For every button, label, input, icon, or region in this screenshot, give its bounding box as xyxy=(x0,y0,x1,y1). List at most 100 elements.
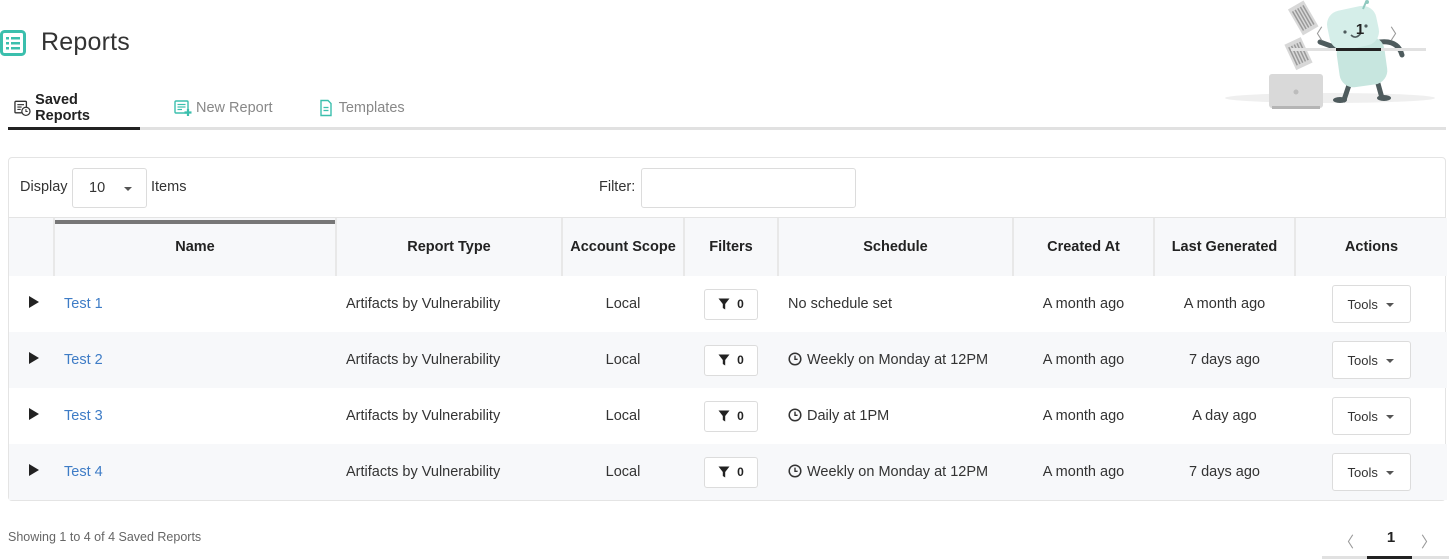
schedule-cell: No schedule set xyxy=(778,276,1013,332)
filter-label: Filter: xyxy=(599,179,636,195)
tools-label: Tools xyxy=(1347,408,1378,424)
previous-page-button[interactable]: 〈 xyxy=(1339,531,1354,552)
filters-button[interactable]: 0 xyxy=(704,288,758,320)
expand-cell xyxy=(9,276,54,332)
previous-page-button[interactable]: 〈 xyxy=(1308,23,1323,44)
items-per-page-select[interactable]: 10 xyxy=(72,168,147,208)
report-name-cell: Test 1 xyxy=(54,276,336,332)
column-header-account-scope[interactable]: Account Scope xyxy=(562,218,685,276)
tools-label: Tools xyxy=(1347,352,1378,368)
table-row: Test 1 Artifacts by Vulnerability Local 0 No… xyxy=(9,276,1447,332)
column-header-actions: Actions xyxy=(1344,239,1399,255)
column-header-schedule[interactable]: Schedule xyxy=(778,218,1014,276)
filters-button[interactable]: 0 xyxy=(704,344,758,376)
tab-templates[interactable]: Templates xyxy=(309,88,413,127)
column-header-created-at[interactable]: Created At xyxy=(1013,218,1155,276)
template-icon xyxy=(319,99,332,116)
tab-saved-reports[interactable]: Saved Reports xyxy=(8,88,140,130)
table-header-row: Name Report Type Account Scope Filters S… xyxy=(9,218,1447,276)
page-1-button[interactable]: 1 xyxy=(1382,529,1400,546)
tab-new-report[interactable]: New Report xyxy=(166,88,281,127)
schedule-text: No schedule set xyxy=(788,296,892,312)
schedule-cell: Daily at 1PM xyxy=(778,388,1013,444)
tools-dropdown-button[interactable]: Tools xyxy=(1331,341,1411,379)
report-type-cell: Artifacts by Vulnerability xyxy=(346,296,501,312)
filters-button[interactable]: 0 xyxy=(704,400,758,432)
filter-funnel-icon xyxy=(718,466,730,478)
table-row: Test 4 Artifacts by Vulnerability Local 0 We… xyxy=(9,444,1447,500)
report-type-cell: Artifacts by Vulnerability xyxy=(346,464,501,480)
filter-count: 0 xyxy=(737,297,744,311)
filter-input[interactable] xyxy=(641,168,856,208)
pagination-bottom: 〈 1 〉 xyxy=(1322,525,1449,559)
filters-cell: 0 xyxy=(684,388,778,444)
filters-cell: 0 xyxy=(684,332,778,388)
caret-down-icon xyxy=(124,187,132,191)
tab-label: Templates xyxy=(338,99,405,116)
saved-reports-icon xyxy=(14,100,31,116)
page-header: Reports xyxy=(0,28,130,57)
expand-row-toggle-icon[interactable] xyxy=(28,296,39,308)
table-row: Test 2 Artifacts by Vulnerability Local 0 We… xyxy=(9,332,1447,388)
expand-row-toggle-icon[interactable] xyxy=(28,352,39,364)
schedule-cell: Weekly on Monday at 12PM xyxy=(778,444,1013,500)
last-generated-cell: A day ago xyxy=(1192,408,1257,424)
page-1-button[interactable]: 1 xyxy=(1351,21,1369,38)
filter-funnel-icon xyxy=(718,410,730,422)
tab-label: Saved Reports xyxy=(35,91,90,124)
last-generated-cell: A month ago xyxy=(1183,296,1266,312)
tools-label: Tools xyxy=(1347,296,1378,312)
filters-button[interactable]: 0 xyxy=(704,456,758,488)
report-name-cell: Test 4 xyxy=(54,444,336,500)
items-per-page-value: 10 xyxy=(89,180,106,196)
report-name-link[interactable]: Test 4 xyxy=(64,464,103,480)
report-name-link[interactable]: Test 3 xyxy=(64,408,103,424)
expand-row-toggle-icon[interactable] xyxy=(28,464,39,476)
account-scope-cell: Local xyxy=(605,408,641,424)
clock-icon xyxy=(788,464,802,478)
list-icon xyxy=(0,29,26,56)
column-header-name[interactable]: Name xyxy=(54,218,337,276)
caret-down-icon xyxy=(1385,303,1394,307)
tools-dropdown-button[interactable]: Tools xyxy=(1331,453,1411,491)
report-type-cell: Artifacts by Vulnerability xyxy=(346,408,501,424)
schedule-cell: Weekly on Monday at 12PM xyxy=(778,332,1013,388)
report-tabs: Saved Reports New Report Templates xyxy=(8,88,1446,130)
saved-reports-table: Name Report Type Account Scope Filters S… xyxy=(9,218,1447,500)
schedule-text: Weekly on Monday at 12PM xyxy=(807,352,989,368)
created-at-cell: A month ago xyxy=(1042,296,1125,312)
column-header-filters[interactable]: Filters xyxy=(684,218,779,276)
clock-icon xyxy=(788,408,802,422)
created-at-cell: A month ago xyxy=(1042,408,1125,424)
tools-dropdown-button[interactable]: Tools xyxy=(1331,397,1411,435)
caret-down-icon xyxy=(1385,359,1394,363)
column-header-last-generated[interactable]: Last Generated xyxy=(1154,218,1296,276)
filter-count: 0 xyxy=(737,353,744,367)
last-generated-cell: 7 days ago xyxy=(1189,464,1260,480)
current-page-indicator xyxy=(1336,48,1381,51)
schedule-text: Weekly on Monday at 12PM xyxy=(807,464,989,480)
report-name-link[interactable]: Test 1 xyxy=(64,296,103,312)
column-header-report-type[interactable]: Report Type xyxy=(336,218,563,276)
items-label: Items xyxy=(151,179,187,195)
table-toolbar: Display 10 Items Filter: xyxy=(9,158,1445,218)
display-label: Display xyxy=(20,179,68,195)
report-name-cell: Test 2 xyxy=(54,332,336,388)
next-page-button[interactable]: 〉 xyxy=(1421,531,1436,552)
tools-dropdown-button[interactable]: Tools xyxy=(1331,285,1411,323)
next-page-button[interactable]: 〉 xyxy=(1390,23,1405,44)
last-generated-cell: 7 days ago xyxy=(1189,352,1260,368)
tools-label: Tools xyxy=(1347,464,1378,480)
new-report-icon xyxy=(174,99,192,116)
report-type-cell: Artifacts by Vulnerability xyxy=(346,352,501,368)
created-at-cell: A month ago xyxy=(1042,464,1125,480)
expand-row-toggle-icon[interactable] xyxy=(28,408,39,420)
actions-cell: Tools xyxy=(1295,276,1447,332)
caret-down-icon xyxy=(1385,415,1394,419)
schedule-text: Daily at 1PM xyxy=(807,408,890,424)
table-row: Test 3 Artifacts by Vulnerability Local 0 Da… xyxy=(9,388,1447,444)
tab-label: New Report xyxy=(196,99,273,116)
report-name-link[interactable]: Test 2 xyxy=(64,352,103,368)
account-scope-cell: Local xyxy=(605,464,641,480)
actions-cell: Tools xyxy=(1295,444,1447,500)
